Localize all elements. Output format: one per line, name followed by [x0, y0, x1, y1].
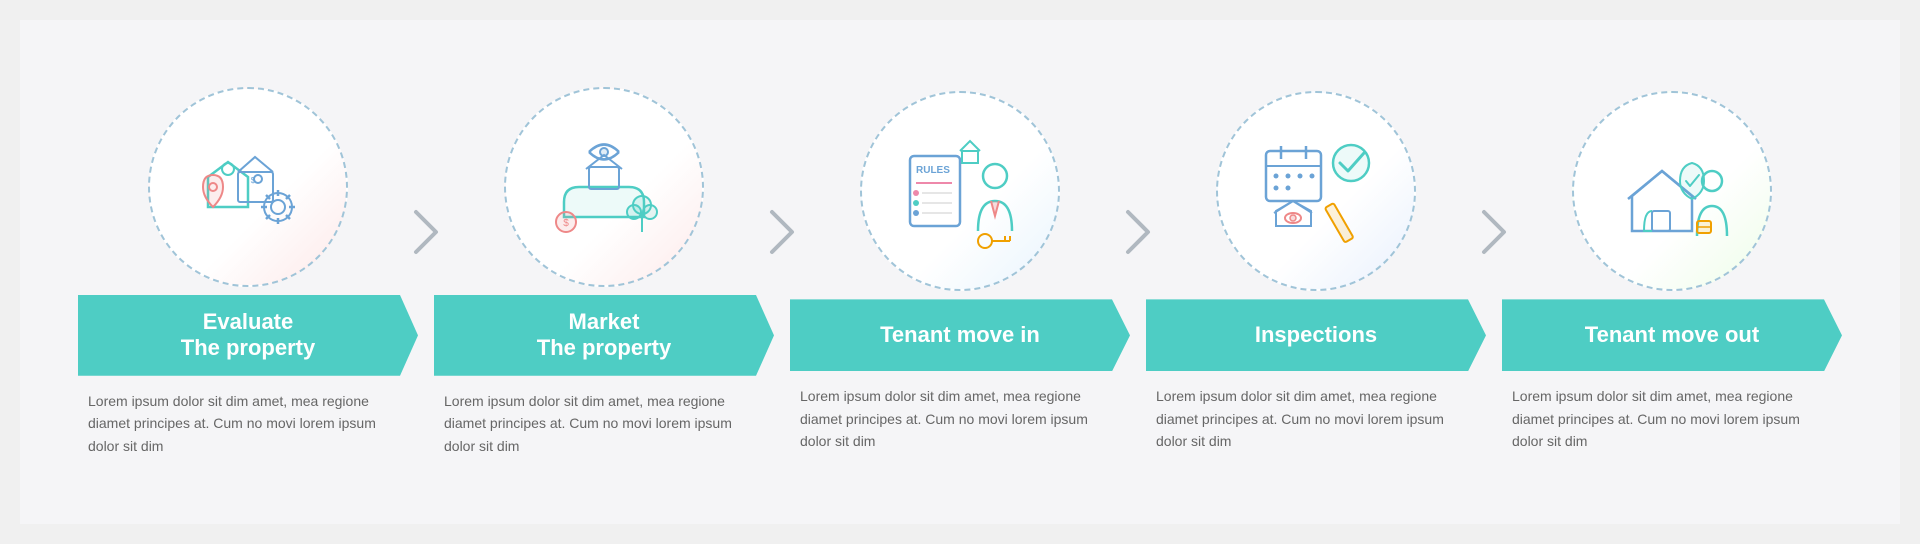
step-3-description: Lorem ipsum dolor sit dim amet, mea regi…	[790, 385, 1130, 452]
step-5-description: Lorem ipsum dolor sit dim amet, mea regi…	[1502, 385, 1842, 452]
step-1-illustration: $	[178, 117, 318, 257]
step-5-illustration	[1602, 121, 1742, 261]
step-3-label: Tenant move in	[790, 299, 1130, 371]
step-2-label: Market The property	[434, 295, 774, 376]
step-5-circle	[1572, 91, 1772, 291]
step-3: RULES	[790, 91, 1130, 452]
step-2-icon-wrapper: $	[504, 87, 704, 287]
step-4: Inspections Lorem ipsum dolor sit dim am…	[1146, 91, 1486, 452]
step-5-icon-wrapper	[1572, 91, 1772, 291]
step-2-description: Lorem ipsum dolor sit dim amet, mea regi…	[434, 390, 774, 457]
svg-text:RULES: RULES	[916, 165, 950, 176]
step-2: $ Market The property Lorem ipsum dolor …	[434, 87, 774, 457]
step-4-illustration	[1246, 121, 1386, 261]
step-2-illustration: $	[534, 117, 674, 257]
step-1-label: Evaluate The property	[78, 295, 418, 376]
step-3-circle: RULES	[860, 91, 1060, 291]
step-3-icon-wrapper: RULES	[860, 91, 1060, 291]
step-1: $ Evaluate	[78, 87, 418, 457]
step-4-icon-wrapper	[1216, 91, 1416, 291]
step-4-circle	[1216, 91, 1416, 291]
step-4-label: Inspections	[1146, 299, 1486, 371]
svg-text:$: $	[563, 218, 569, 229]
step-1-icon-wrapper: $	[148, 87, 348, 287]
step-5-label: Tenant move out	[1502, 299, 1842, 371]
step-5: Tenant move out Lorem ipsum dolor sit di…	[1502, 91, 1842, 452]
svg-text:$: $	[251, 176, 256, 185]
step-1-circle: $	[148, 87, 348, 287]
step-2-circle: $	[504, 87, 704, 287]
step-1-description: Lorem ipsum dolor sit dim amet, mea regi…	[78, 390, 418, 457]
infographic-container: $ Evaluate	[20, 20, 1900, 524]
step-3-illustration: RULES	[890, 121, 1030, 261]
step-4-description: Lorem ipsum dolor sit dim amet, mea regi…	[1146, 385, 1486, 452]
